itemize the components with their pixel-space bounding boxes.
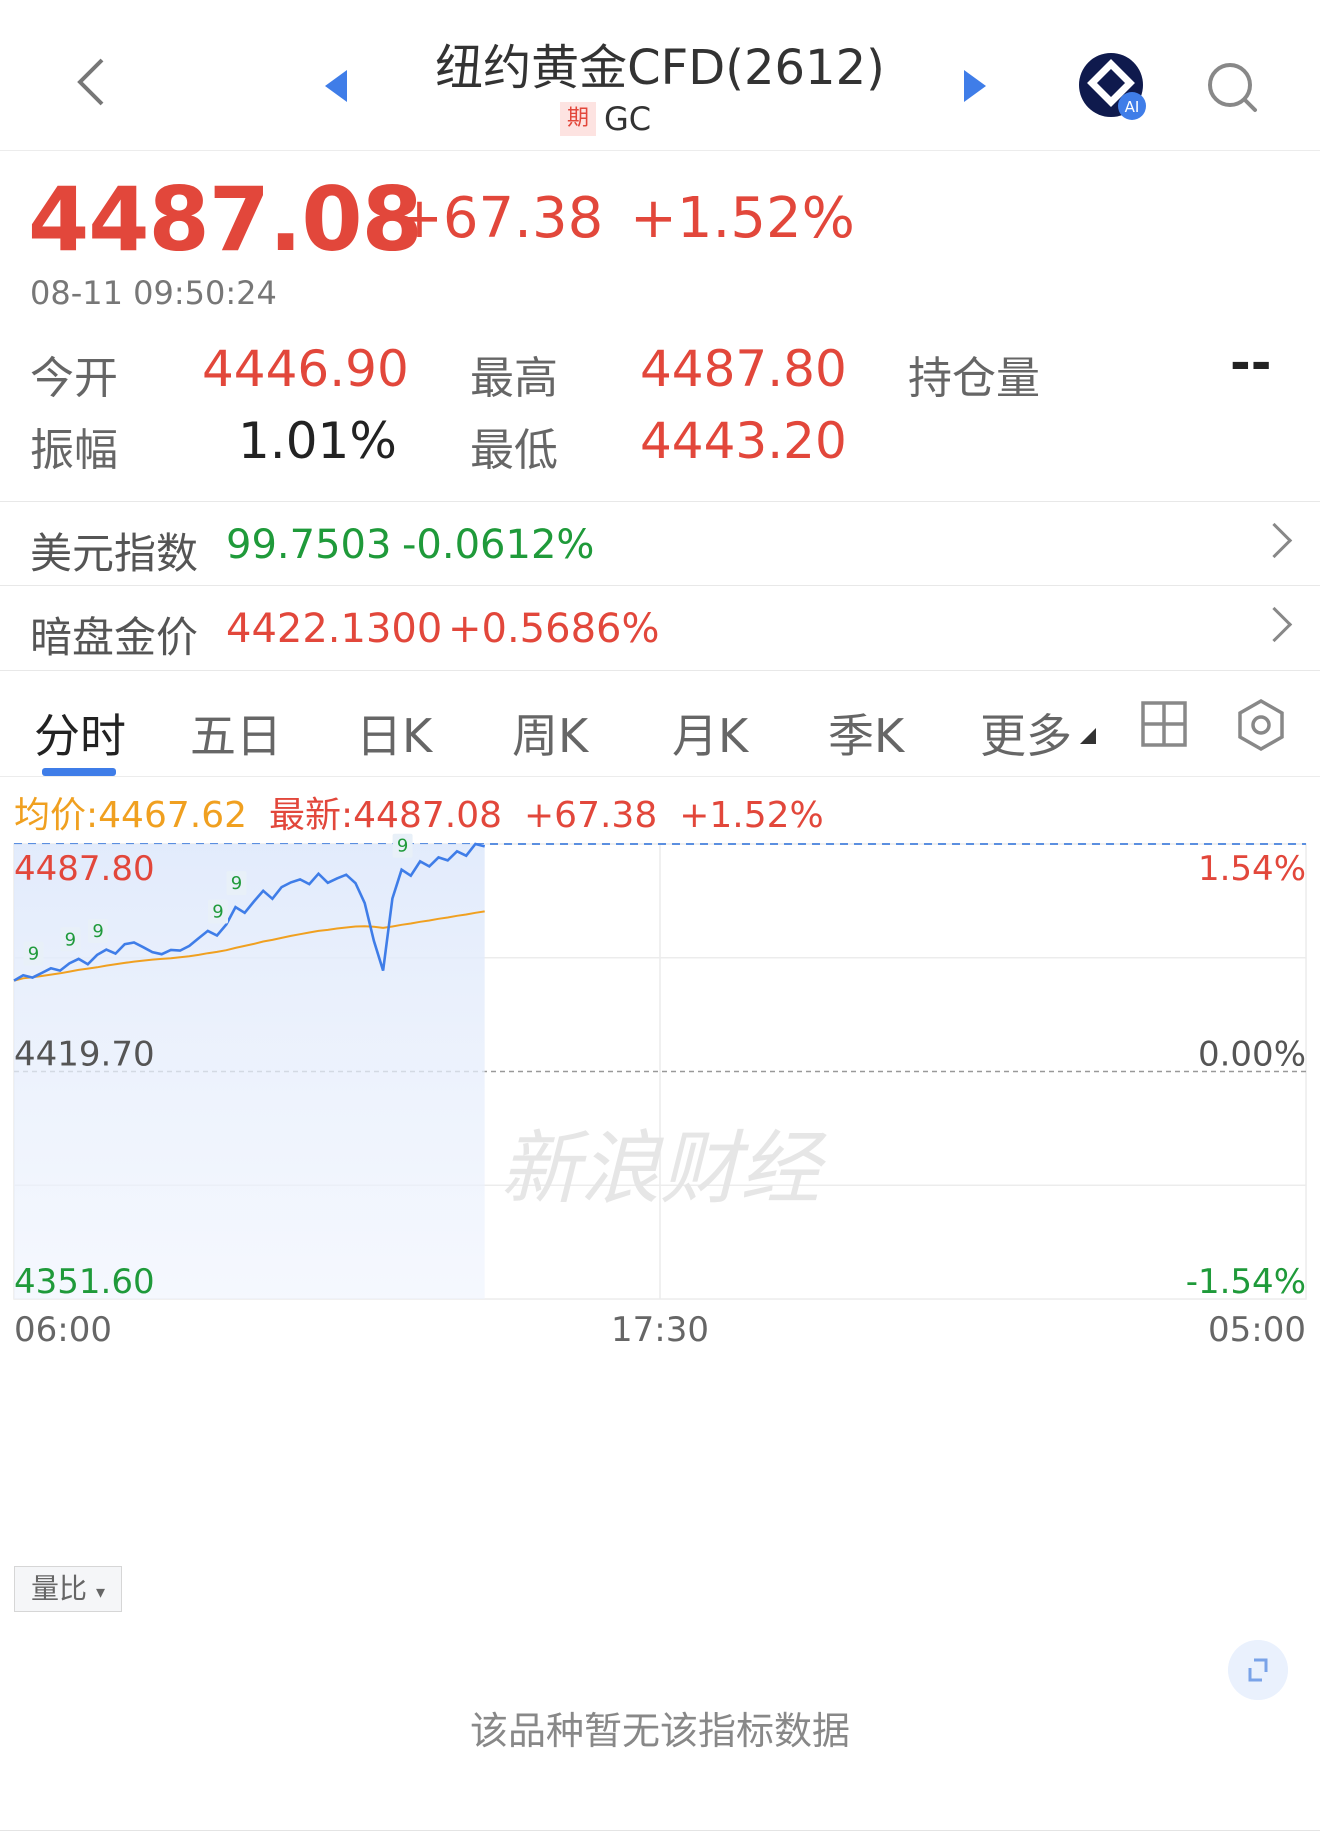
tab-weekly-k[interactable]: 周K [512, 700, 588, 766]
ai-assistant-icon[interactable]: AI [1078, 52, 1148, 122]
y-axis-left-tick: 4419.70 [14, 1035, 155, 1075]
tab-quarterly-k[interactable]: 季K [828, 700, 904, 766]
tab-five-day[interactable]: 五日 [190, 700, 282, 766]
watermark: 新浪财经 [500, 1122, 827, 1215]
next-symbol-arrow-icon[interactable] [964, 70, 986, 102]
chevron-right-icon [1256, 522, 1293, 559]
amplitude-label: 振幅 [30, 425, 118, 476]
signal-marker-label: 9 [65, 929, 76, 950]
no-data-message: 该品种暂无该指标数据 [469, 1709, 850, 1753]
tab-intraday[interactable]: 分时 [34, 700, 126, 766]
amplitude-value: 1.01% [238, 412, 397, 470]
y-axis-left-tick: 4487.80 [14, 849, 155, 889]
related-percent: +0.5686% [448, 606, 660, 652]
related-value: 4422.1300 [226, 606, 443, 652]
tab-monthly-k[interactable]: 月K [672, 700, 748, 766]
symbol-code: GC [604, 100, 652, 138]
futures-badge: 期 [560, 102, 596, 136]
y-axis-right-tick: 0.00% [1198, 1035, 1306, 1075]
x-axis-tick: 05:00 [1208, 1310, 1306, 1350]
volume-ratio-dropdown[interactable]: 量比 ▾ [14, 1566, 122, 1612]
related-percent: -0.0612% [402, 522, 595, 568]
back-arrow-icon[interactable] [62, 52, 122, 112]
active-tab-indicator [42, 768, 116, 776]
related-row-usd-index[interactable]: 美元指数 99.7503 -0.0612% [0, 501, 1320, 586]
dropdown-corner-icon [1080, 728, 1096, 744]
bottom-divider [0, 1830, 1320, 1831]
signal-marker-label: 9 [92, 921, 103, 942]
x-axis-tick: 17:30 [611, 1310, 709, 1350]
volume-ratio-label: 量比 [31, 1572, 88, 1605]
tab-daily-k[interactable]: 日K [356, 700, 432, 766]
related-row-dark-gold[interactable]: 暗盘金价 4422.1300 +0.5686% [0, 585, 1320, 671]
search-icon[interactable] [1205, 60, 1261, 116]
last-price: 4487.08 [28, 168, 423, 271]
chevron-right-icon [1256, 606, 1293, 643]
tab-more[interactable]: 更多 [980, 700, 1072, 766]
open-interest-label: 持仓量 [908, 353, 1040, 404]
previous-symbol-arrow-icon[interactable] [325, 70, 347, 102]
signal-marker-label: 9 [212, 902, 223, 923]
expand-icon[interactable] [1228, 1640, 1288, 1700]
high-label: 最高 [470, 353, 558, 404]
y-axis-right-tick: -1.54% [1186, 1262, 1306, 1302]
price-change-percent: +1.52% [630, 186, 855, 251]
open-label: 今开 [30, 353, 118, 404]
y-axis-left-tick: 4351.60 [14, 1262, 155, 1302]
price-change: +67.38 [396, 186, 604, 251]
signal-marker-label: 9 [397, 836, 408, 857]
dropdown-caret-icon: ▾ [95, 1582, 105, 1603]
related-value: 99.7503 [226, 522, 392, 568]
related-label: 美元指数 [30, 529, 199, 578]
x-axis-tick: 06:00 [14, 1310, 112, 1350]
ai-label: AI [1125, 98, 1140, 116]
page-title: 纽约黄金CFD(2612) [435, 40, 885, 96]
open-interest-value: -- [1230, 334, 1272, 392]
signal-marker-label: 9 [28, 944, 39, 965]
low-value: 4443.20 [640, 412, 847, 470]
intraday-chart[interactable]: 新浪财经 99 9999 4487.804419.704351.601.54%0.… [0, 830, 1320, 1530]
quote-timestamp: 08-11 09:50:24 [30, 274, 277, 312]
y-axis-right-tick: 1.54% [1198, 849, 1306, 889]
layout-grid-icon[interactable] [1140, 700, 1188, 748]
low-label: 最低 [470, 425, 558, 476]
symbol-subtitle: 期 GC [560, 100, 760, 140]
related-label: 暗盘金价 [30, 613, 199, 662]
high-value: 4487.80 [640, 340, 847, 398]
settings-gear-icon[interactable] [1234, 698, 1288, 752]
signal-marker-label: 9 [231, 873, 242, 894]
open-value: 4446.90 [202, 340, 409, 398]
chart-tabs: 分时 五日 日K 周K 月K 季K 更多 [0, 670, 1320, 777]
